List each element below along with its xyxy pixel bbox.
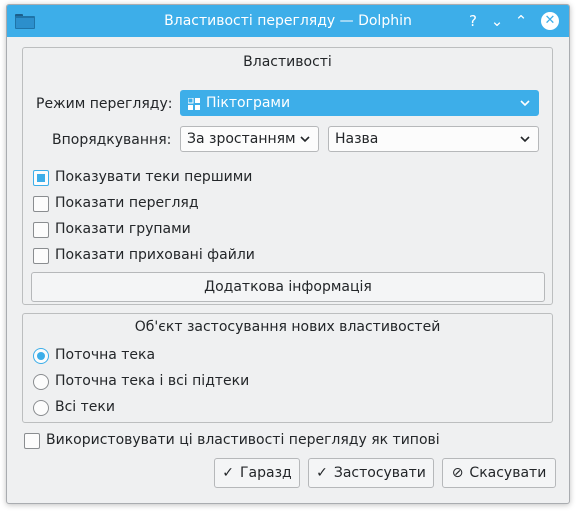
radio-current-and-subfolders[interactable]: Поточна тека і всі підтеки	[33, 373, 433, 392]
help-icon[interactable]: ?	[463, 11, 483, 31]
ok-button[interactable]: ✓ Гаразд	[214, 458, 300, 488]
additional-info-button[interactable]: Додаткова інформація	[31, 272, 545, 302]
minimize-icon[interactable]: ⌄	[487, 11, 507, 31]
maximize-icon[interactable]: ⌃	[511, 11, 531, 31]
properties-group: Властивості Режим перегляду: Піктограми …	[22, 47, 553, 305]
show-in-groups-checkbox[interactable]: Показати групами	[33, 221, 433, 240]
sorting-label: Впорядкування:	[52, 132, 172, 148]
cancel-button-label: Скасувати	[469, 465, 547, 481]
apply-button-label: Застосувати	[333, 465, 426, 481]
radio-label: Всі теки	[55, 399, 115, 415]
checkbox-label: Показати групами	[55, 221, 191, 237]
dialog-window: Властивості перегляду — Dolphin ? ⌄ ⌃ ✕ …	[6, 4, 570, 504]
cancel-button[interactable]: ⊘ Скасувати	[442, 458, 556, 488]
view-mode-value: Піктограми	[206, 95, 291, 111]
sort-order-value: За зростанням	[187, 131, 296, 147]
radio-label: Поточна тека	[55, 347, 156, 363]
show-folders-first-checkbox[interactable]: Показувати теки першими	[33, 169, 433, 188]
properties-group-title: Властивості	[243, 54, 332, 70]
title-bar[interactable]: Властивості перегляду — Dolphin ? ⌄ ⌃ ✕	[7, 5, 569, 37]
show-preview-checkbox[interactable]: Показати перегляд	[33, 195, 433, 214]
use-as-default-checkbox[interactable]: Використовувати ці властивості перегляду…	[24, 432, 544, 451]
view-mode-combo[interactable]: Піктограми	[180, 90, 539, 116]
radio-button[interactable]	[33, 374, 49, 390]
checkmark-icon: ✓	[222, 465, 234, 481]
apply-button[interactable]: ✓ Застосувати	[308, 458, 434, 488]
apply-to-group: Об'єкт застосування нових властивостей П…	[22, 313, 553, 423]
checkbox-box[interactable]	[33, 248, 49, 264]
checkbox-box[interactable]	[33, 170, 49, 186]
radio-label: Поточна тека і всі підтеки	[55, 373, 250, 389]
sort-by-value: Назва	[335, 131, 379, 147]
ok-button-label: Гаразд	[240, 465, 292, 481]
close-icon[interactable]: ✕	[541, 12, 559, 30]
radio-button[interactable]	[33, 400, 49, 416]
checkbox-label: Показати приховані файли	[55, 247, 255, 263]
window-title: Властивості перегляду — Dolphin	[164, 13, 412, 29]
radio-button[interactable]	[33, 348, 49, 364]
show-hidden-files-checkbox[interactable]: Показати приховані файли	[33, 247, 433, 266]
icons-view-icon	[188, 98, 200, 110]
checkbox-label: Показувати теки першими	[55, 169, 253, 185]
checkbox-label: Показати перегляд	[55, 195, 199, 211]
checkbox-box[interactable]	[33, 196, 49, 212]
view-mode-label: Режим перегляду:	[36, 96, 173, 112]
chevron-down-icon	[520, 100, 530, 107]
radio-all-folders[interactable]: Всі теки	[33, 399, 433, 418]
chevron-down-icon	[520, 136, 530, 143]
apply-to-group-title: Об'єкт застосування нових властивостей	[134, 319, 441, 335]
sort-by-combo[interactable]: Назва	[328, 126, 539, 152]
checkbox-box[interactable]	[33, 222, 49, 238]
chevron-down-icon	[300, 136, 310, 143]
checkbox-box[interactable]	[24, 433, 40, 449]
radio-current-folder[interactable]: Поточна тека	[33, 347, 433, 366]
sort-order-combo[interactable]: За зростанням	[180, 126, 319, 152]
checkbox-label: Використовувати ці властивості перегляду…	[46, 432, 440, 448]
checkmark-icon: ✓	[316, 465, 328, 481]
cancel-icon: ⊘	[451, 465, 464, 481]
